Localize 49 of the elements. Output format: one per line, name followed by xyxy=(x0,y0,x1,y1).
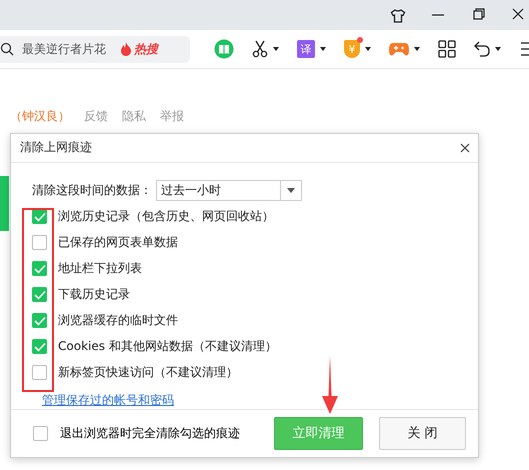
search-field[interactable]: 最美逆行者片花 热搜 xyxy=(0,36,190,62)
caret-icon[interactable] xyxy=(273,47,279,51)
news-link[interactable]: （钟汉良） xyxy=(10,108,70,125)
clean-now-button[interactable]: 立即清理 xyxy=(274,416,363,450)
footer-link[interactable]: 反馈 xyxy=(84,108,108,125)
checkbox[interactable] xyxy=(32,261,47,276)
time-range-dropdown[interactable]: 过去一小时 xyxy=(156,180,302,201)
menu-icon[interactable] xyxy=(519,42,529,56)
close-icon[interactable] xyxy=(512,8,524,20)
checkbox[interactable] xyxy=(32,313,47,328)
checkbox[interactable] xyxy=(32,339,47,354)
option-label: 新标签页快速访问（不建议清理） xyxy=(58,364,238,382)
gamepad-icon[interactable] xyxy=(389,41,409,57)
checkbox[interactable] xyxy=(32,235,47,250)
option-label: 已保存的网页表单数据 xyxy=(58,234,178,252)
close-button[interactable]: 关 闭 xyxy=(379,416,466,450)
scissors-icon[interactable] xyxy=(252,40,268,58)
search-text: 最美逆行者片花 xyxy=(22,40,106,58)
caret-icon[interactable] xyxy=(495,47,501,51)
caret-icon[interactable] xyxy=(320,47,326,51)
option-label: Cookies 和其他网站数据（不建议清理） xyxy=(58,338,277,356)
flame-icon xyxy=(120,42,132,56)
time-range-label: 清除这段时间的数据： xyxy=(32,182,152,199)
translate-icon[interactable]: 译 xyxy=(297,40,315,58)
dialog-title: 清除上网痕迹 xyxy=(20,139,92,156)
option-label: 下载历史记录 xyxy=(58,286,130,304)
coupon-shield-icon[interactable]: ¥ xyxy=(344,40,360,58)
hot-search-link[interactable]: 热搜 xyxy=(120,40,158,58)
restore-icon[interactable] xyxy=(473,8,485,20)
shirt-icon[interactable] xyxy=(390,8,406,24)
caret-icon[interactable] xyxy=(414,47,420,51)
caret-icon[interactable] xyxy=(365,47,371,51)
footer-link[interactable]: 举报 xyxy=(160,108,184,125)
search-icon xyxy=(0,42,14,56)
option-label: 退出浏览器时完全清除勾选的痕迹 xyxy=(60,424,240,442)
option-label: 浏览历史记录（包含历史、网页回收站） xyxy=(58,208,274,226)
undo-icon[interactable] xyxy=(474,40,490,58)
checkbox[interactable] xyxy=(33,426,48,441)
dropdown-arrow-icon xyxy=(287,188,295,193)
banner xyxy=(0,176,9,231)
checkbox[interactable] xyxy=(32,365,47,380)
checkbox[interactable] xyxy=(32,209,47,224)
footer-link[interactable]: 隐私 xyxy=(122,108,146,125)
checkbox[interactable] xyxy=(32,287,47,302)
manage-passwords-link[interactable]: 管理保存过的帐号和密码 xyxy=(42,392,174,409)
option-label: 浏览器缓存的临时文件 xyxy=(58,312,178,330)
close-icon[interactable] xyxy=(460,142,470,153)
option-label: 地址栏下拉列表 xyxy=(58,260,142,278)
apps-grid-icon[interactable] xyxy=(438,40,456,58)
